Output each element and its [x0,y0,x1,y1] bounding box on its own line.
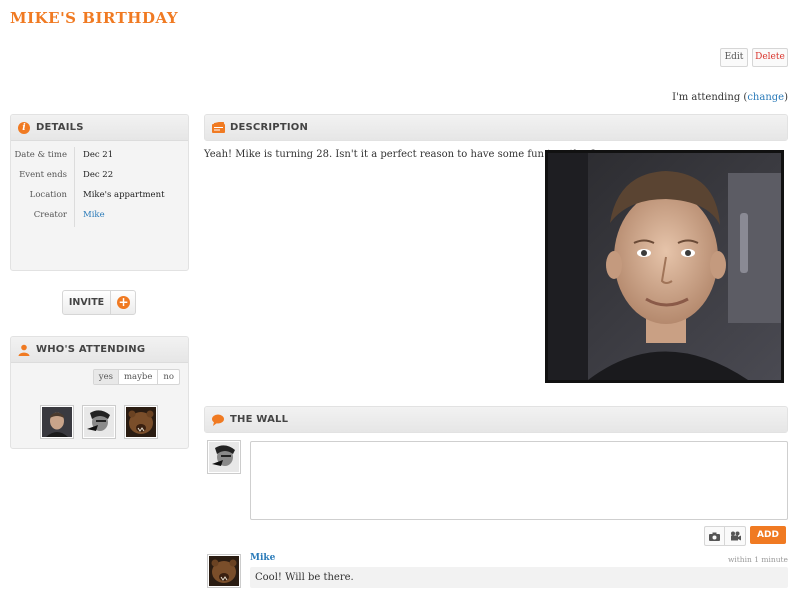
description-header: DESCRIPTION [205,115,787,140]
attending-paren-close: ) [784,92,788,103]
camera-icon [709,532,720,541]
event-photo [545,150,784,383]
detail-value: Dec 22 [83,170,114,180]
post-text: Cool! Will be there. [250,567,788,588]
edit-button[interactable]: Edit [720,48,748,67]
detail-value: Dec 21 [83,150,114,160]
detail-label: Creator [11,207,75,227]
attending-status: I'm attending (change) [672,92,788,103]
video-attach-button[interactable] [725,527,745,545]
invite-button[interactable]: INVITE + [62,290,136,315]
details-header: i DETAILS [11,115,188,141]
description-panel: DESCRIPTION [204,114,788,141]
plus-icon: + [117,295,130,309]
attendee-list [40,405,158,439]
info-icon: i [18,121,30,134]
photo-attach-button[interactable] [705,527,725,545]
event-title: MIKE'S BIRTHDAY [10,9,179,27]
post-author-avatar[interactable] [207,554,241,588]
wall-panel: THE WALL [204,406,788,433]
event-photo-image [548,153,781,380]
attachment-toolbar [704,526,746,546]
detail-row-ends: Event ends Dec 22 [11,167,188,187]
wall-title: THE WALL [230,414,289,425]
attending-status-text: I'm attending [672,92,741,103]
ticket-icon [212,120,225,134]
detail-row-location: Location Mike's appartment [11,187,188,207]
detail-label: Date & time [11,147,75,167]
wall-post-input[interactable] [250,441,788,520]
attendee-avatar[interactable] [40,405,74,439]
video-camera-icon [730,531,741,541]
change-attending-link[interactable]: change [747,92,784,103]
attending-title: WHO'S ATTENDING [36,344,146,355]
filter-yes[interactable]: yes [93,370,119,384]
post-timestamp: within 1 minute [727,555,788,564]
current-user-avatar [207,440,241,474]
person-icon [18,344,30,356]
wall-header: THE WALL [205,407,787,432]
attendance-filter: yes maybe no [92,369,180,385]
attendee-avatar[interactable] [82,405,116,439]
speech-bubble-icon [212,414,224,426]
description-title: DESCRIPTION [230,122,309,133]
details-title: DETAILS [36,122,84,133]
attendee-avatar[interactable] [124,405,158,439]
filter-no[interactable]: no [158,370,179,384]
detail-row-date: Date & time Dec 21 [11,147,188,167]
delete-button[interactable]: Delete [752,48,788,67]
detail-label: Location [11,187,75,207]
description-text: Yeah! Mike is turning 28. Isn't it a per… [204,149,597,160]
attending-panel: WHO'S ATTENDING yes maybe no [10,336,189,449]
add-post-button[interactable]: ADD [750,526,786,544]
attending-header: WHO'S ATTENDING [11,337,188,363]
detail-value: Mike's appartment [83,190,165,200]
detail-label: Event ends [11,167,75,187]
details-panel: i DETAILS Date & time Dec 21 Event ends … [10,114,189,271]
invite-label: INVITE [63,291,111,314]
post-author-link[interactable]: Mike [250,553,275,563]
filter-maybe[interactable]: maybe [119,370,159,384]
creator-link[interactable]: Mike [75,207,105,227]
detail-row-creator: Creator Mike [11,207,188,227]
